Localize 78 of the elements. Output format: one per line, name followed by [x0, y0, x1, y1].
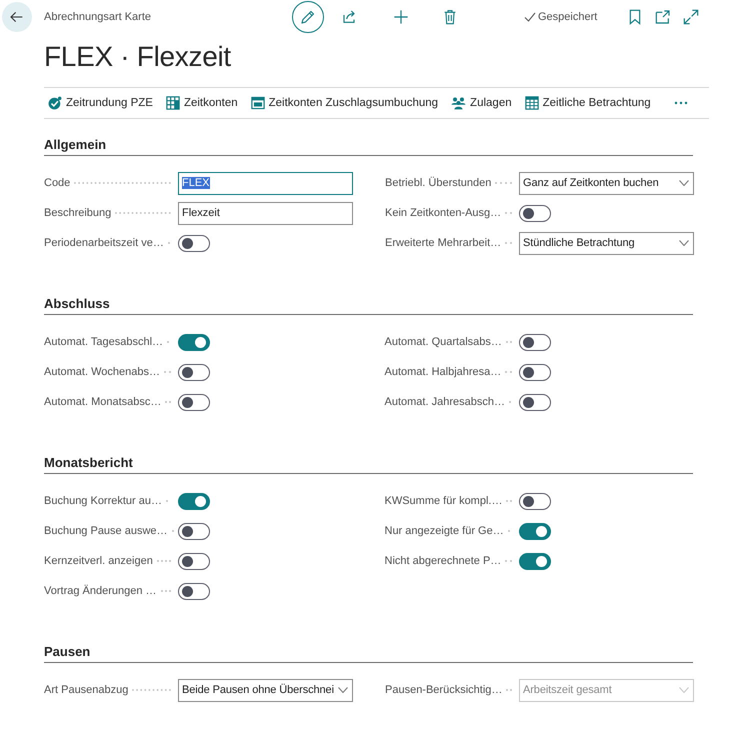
- toggle-switch[interactable]: [518, 552, 550, 570]
- plus-icon: [393, 9, 409, 25]
- toggle-switch[interactable]: [518, 492, 550, 510]
- breadcrumb: Abrechnungsart Karte: [44, 11, 152, 23]
- input-field[interactable]: FLEX: [178, 172, 353, 194]
- toggle-switch[interactable]: [178, 522, 210, 540]
- field-label: Automat. Tagesabschl…: [44, 336, 164, 348]
- section-heading: Monatsbericht: [44, 454, 133, 472]
- page-title: FLEX · Flexzeit: [44, 40, 231, 74]
- grid-icon: [166, 96, 180, 110]
- check-icon: [524, 11, 536, 23]
- action-button[interactable]: Zeitrundung PZE: [46, 91, 155, 115]
- edit-button[interactable]: [292, 1, 324, 33]
- field-label: Automat. Wochenabs…: [44, 366, 160, 378]
- field-label: Buchung Korrektur au…: [44, 495, 162, 507]
- bookmark-icon: [628, 9, 642, 25]
- toggle-switch[interactable]: [178, 364, 210, 380]
- field-label: Nicht abgerechnete P…: [384, 555, 502, 567]
- leader-line: [114, 212, 172, 214]
- toggle-switch[interactable]: [518, 522, 550, 540]
- field-label: Kernzeitverl. anzeigen: [44, 555, 153, 567]
- toggle-switch[interactable]: [178, 552, 210, 570]
- field-label: Automat. Halbjahresa…: [384, 366, 502, 378]
- field-label: Erweiterte Mehrarbeit…: [385, 237, 502, 249]
- leader-line: [156, 560, 172, 562]
- field-label: Buchung Pause auswe…: [44, 525, 168, 537]
- field-label: Beschreibung: [44, 207, 112, 219]
- field-label: Automat. Quartalsabs…: [384, 336, 502, 348]
- toggle-switch[interactable]: [178, 334, 210, 350]
- section-heading: Pausen: [44, 643, 90, 661]
- expand-icon: [683, 9, 700, 25]
- table-icon: [524, 96, 539, 110]
- field-label: Kein Zeitkonten-Ausg…: [385, 207, 502, 219]
- toggle-switch[interactable]: [178, 582, 210, 600]
- toggle-switch[interactable]: [519, 204, 551, 222]
- leader-line: [131, 689, 172, 691]
- field-label: Periodenarbeitszeit ve…: [44, 237, 164, 249]
- leader-line: [494, 182, 513, 184]
- chevron-down-icon: [679, 687, 689, 693]
- action-button[interactable]: Zulagen: [449, 91, 514, 115]
- back-button[interactable]: [2, 2, 32, 32]
- field-label: Code: [44, 177, 70, 189]
- section-heading: Abschluss: [44, 295, 110, 313]
- people-icon: [451, 96, 466, 110]
- toggle-switch[interactable]: [518, 334, 550, 350]
- field-label: KWSumme für kompl.…: [384, 495, 502, 507]
- trash-icon: [442, 9, 458, 25]
- pencil-icon: [299, 8, 317, 26]
- field-label: Nur angezeigte für Ge…: [384, 525, 504, 537]
- dropdown[interactable]: Beide Pausen ohne Überschnei: [178, 678, 353, 702]
- field-label: Betriebl. Überstunden: [385, 177, 492, 189]
- toggle-switch[interactable]: [178, 492, 210, 510]
- field-label: Art Pausenabzug: [44, 684, 128, 696]
- field-label: Automat. Monatsabsc…: [44, 396, 162, 408]
- check-badge-icon: [48, 96, 62, 110]
- back-arrow-icon: [9, 9, 25, 25]
- field-label: Automat. Jahresabsch…: [384, 396, 505, 408]
- action-button[interactable]: Zeitkonten Zuschlagsumbuchung: [248, 91, 440, 115]
- section-heading: Allgemein: [44, 136, 106, 154]
- more-icon: [674, 101, 688, 105]
- input-field[interactable]: Flexzeit: [178, 202, 353, 224]
- chevron-down-icon: [679, 180, 689, 186]
- chevron-down-icon: [338, 687, 348, 693]
- save-status: Gespeichert: [538, 11, 598, 23]
- window-icon: [250, 96, 265, 110]
- toggle-switch[interactable]: [178, 394, 210, 410]
- chevron-down-icon: [679, 240, 689, 246]
- leader-line: [160, 590, 172, 592]
- toggle-switch[interactable]: [518, 394, 550, 410]
- field-label: Vortrag Änderungen …: [44, 585, 157, 597]
- pop-out-icon: [655, 9, 672, 25]
- field-label: Pausen-Berücksichtig…: [385, 684, 502, 696]
- dropdown[interactable]: Ganz auf Zeitkonten buchen: [519, 172, 694, 194]
- action-button[interactable]: Zeitkonten: [164, 91, 240, 115]
- toggle-switch[interactable]: [178, 234, 210, 252]
- action-button[interactable]: Zeitliche Betrachtung: [522, 91, 653, 115]
- toggle-switch[interactable]: [518, 364, 550, 380]
- dropdown[interactable]: Stündliche Betrachtung: [519, 232, 694, 254]
